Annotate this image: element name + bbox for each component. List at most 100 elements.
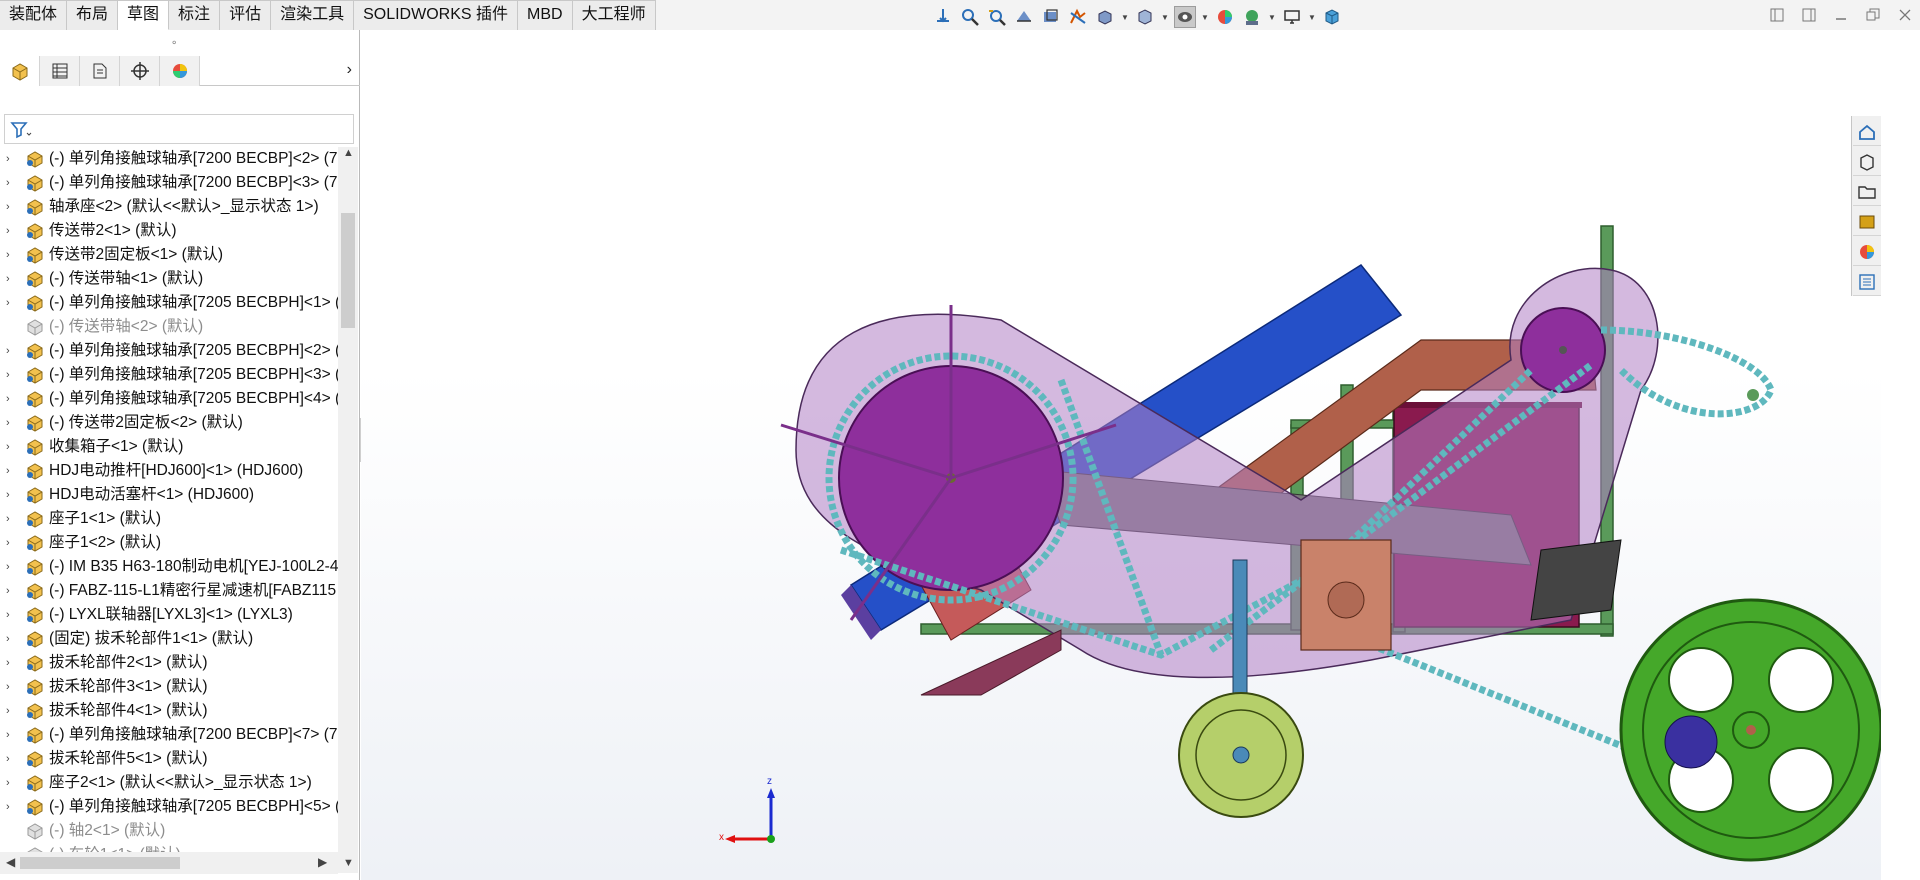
scroll-up-icon[interactable]: ▲ — [343, 147, 354, 159]
expand-arrow-icon[interactable]: › — [6, 267, 16, 291]
chevron-down-icon[interactable]: ▼ — [1161, 6, 1169, 28]
section-view-icon[interactable] — [1013, 6, 1035, 28]
graphics-area[interactable]: z x — [361, 30, 1881, 880]
scroll-left-icon[interactable]: ◀ — [6, 855, 15, 869]
property-manager-tab-icon[interactable] — [40, 55, 80, 86]
3d-view-icon[interactable] — [1321, 6, 1343, 28]
scroll-thumb[interactable] — [341, 213, 355, 328]
expand-arrow-icon[interactable]: › — [6, 627, 16, 651]
dimxpert-manager-tab-icon[interactable] — [120, 55, 160, 86]
custom-properties-icon[interactable] — [1853, 268, 1881, 296]
tree-item[interactable]: › (-) 传送带2固定板<2> (默认) — [0, 411, 338, 435]
tree-item[interactable]: › (-) 传送带轴<1> (默认) — [0, 267, 338, 291]
expand-arrow-icon[interactable]: › — [6, 723, 16, 747]
filter-icon[interactable] — [10, 120, 32, 140]
tree-item[interactable]: (-) 传送带轴<2> (默认) — [0, 315, 338, 339]
tile-left-icon[interactable] — [1768, 6, 1786, 24]
tree-item[interactable]: › (-) 单列角接触球轴承[7205 BECBPH]<5> ( — [0, 795, 338, 819]
tree-item[interactable]: › (-) 单列角接触球轴承[7200 BECBP]<3> (72 — [0, 171, 338, 195]
tree-item[interactable]: › (-) 单列角接触球轴承[7200 BECBP]<7> (72 — [0, 723, 338, 747]
expand-arrow-icon[interactable]: › — [6, 147, 16, 171]
expand-arrow-icon[interactable]: › — [6, 771, 16, 795]
feature-manager-tab-icon[interactable] — [0, 55, 40, 86]
file-explorer-icon[interactable] — [1853, 178, 1881, 206]
expand-arrow-icon[interactable]: › — [6, 459, 16, 483]
expand-arrow-icon[interactable]: › — [6, 195, 16, 219]
tree-item[interactable]: › (固定) 拔禾轮部件1<1> (默认) — [0, 627, 338, 651]
expand-arrow-icon[interactable]: › — [6, 555, 16, 579]
tree-item[interactable]: › 座子2<1> (默认<<默认>_显示状态 1>) — [0, 771, 338, 795]
zoom-area-icon[interactable] — [959, 6, 981, 28]
tree-item[interactable]: › 轴承座<2> (默认<<默认>_显示状态 1>) — [0, 195, 338, 219]
expand-arrow-icon[interactable]: › — [6, 651, 16, 675]
chevron-down-icon[interactable]: ▼ — [1268, 6, 1276, 28]
tree-item[interactable]: › 座子1<1> (默认) — [0, 507, 338, 531]
expand-arrow-icon[interactable]: › — [6, 411, 16, 435]
assembly-model[interactable] — [361, 30, 1881, 880]
expand-arrow-icon[interactable]: › — [6, 171, 16, 195]
tree-item[interactable]: › 座子1<2> (默认) — [0, 531, 338, 555]
tree-item[interactable]: › 拔禾轮部件5<1> (默认) — [0, 747, 338, 771]
tree-item[interactable]: › HDJ电动推杆[HDJ600]<1> (HDJ600) — [0, 459, 338, 483]
scroll-right-icon[interactable]: ▶ — [318, 855, 327, 869]
expand-arrow-icon[interactable]: › — [6, 507, 16, 531]
scroll-down-icon[interactable]: ▼ — [343, 857, 354, 869]
tree-item[interactable]: › HDJ电动活塞杆<1> (HDJ600) — [0, 483, 338, 507]
command-tab[interactable]: 布局 — [67, 0, 119, 30]
tree-vertical-scrollbar[interactable]: ▲ ▼ — [338, 147, 358, 873]
tree-horizontal-scrollbar[interactable]: ◀ ▶ — [0, 852, 338, 874]
tree-item[interactable]: › 传送带2<1> (默认) — [0, 219, 338, 243]
tree-item[interactable]: › 传送带2固定板<1> (默认) — [0, 243, 338, 267]
expand-arrow-icon[interactable]: › — [6, 675, 16, 699]
expand-arrow-icon[interactable]: › — [6, 219, 16, 243]
dynamic-annotation-icon[interactable] — [1040, 6, 1062, 28]
chevron-right-icon[interactable]: › — [347, 61, 352, 79]
command-tab[interactable]: 装配体 — [0, 0, 68, 30]
tree-item[interactable]: › (-) FABZ-115-L1精密行星减速机[FABZ115 — [0, 579, 338, 603]
expand-arrow-icon[interactable]: › — [6, 699, 16, 723]
expand-arrow-icon[interactable]: › — [6, 387, 16, 411]
tree-item[interactable]: › (-) LYXL联轴器[LYXL3]<1> (LYXL3) — [0, 603, 338, 627]
display-manager-tab-icon[interactable] — [160, 55, 200, 86]
command-tab[interactable]: 大工程师 — [572, 0, 656, 30]
expand-arrow-icon[interactable]: › — [6, 339, 16, 363]
tree-item[interactable]: › (-) 单列角接触球轴承[7205 BECBPH]<3> ( — [0, 363, 338, 387]
expand-arrow-icon[interactable]: › — [6, 483, 16, 507]
view-orientation-icon[interactable] — [1067, 6, 1089, 28]
home-icon[interactable] — [1853, 118, 1881, 146]
hide-show-items-icon[interactable] — [1134, 6, 1156, 28]
apply-scene-icon[interactable] — [1214, 6, 1236, 28]
tree-item[interactable]: › (-) 单列角接触球轴承[7205 BECBPH]<1> ( — [0, 291, 338, 315]
expand-arrow-icon[interactable]: › — [6, 579, 16, 603]
filter-input[interactable] — [4, 114, 354, 144]
expand-arrow-icon[interactable]: › — [6, 435, 16, 459]
tree-item[interactable]: › 拔禾轮部件2<1> (默认) — [0, 651, 338, 675]
command-tab[interactable]: 评估 — [220, 0, 272, 30]
tree-item[interactable]: › 拔禾轮部件3<1> (默认) — [0, 675, 338, 699]
appearances-icon[interactable] — [1853, 238, 1881, 266]
close-icon[interactable] — [1896, 6, 1914, 24]
command-tab[interactable]: 草图 — [118, 0, 170, 30]
expand-arrow-icon[interactable]: › — [6, 243, 16, 267]
configuration-manager-tab-icon[interactable] — [80, 55, 120, 86]
tree-item[interactable]: › (-) 单列角接触球轴承[7200 BECBP]<2> (72 — [0, 147, 338, 171]
chevron-down-icon[interactable]: ▼ — [1201, 6, 1209, 28]
expand-arrow-icon[interactable]: › — [6, 747, 16, 771]
chevron-down-icon[interactable]: ▼ — [1308, 6, 1316, 28]
tree-item[interactable]: › (-) IM B35 H63-180制动电机[YEJ-100L2-4 — [0, 555, 338, 579]
command-tab[interactable]: 标注 — [169, 0, 221, 30]
zoom-to-fit-icon[interactable] — [932, 6, 954, 28]
tree-item[interactable]: › (-) 单列角接触球轴承[7205 BECBPH]<4> ( — [0, 387, 338, 411]
edit-appearance-icon[interactable] — [1174, 6, 1196, 28]
expand-arrow-icon[interactable]: › — [6, 363, 16, 387]
expand-arrow-icon[interactable]: › — [6, 795, 16, 819]
restore-icon[interactable] — [1864, 6, 1882, 24]
monitor-icon[interactable] — [1281, 6, 1303, 28]
panel-grip-icon[interactable]: ⚬ — [170, 38, 178, 49]
view-settings-icon[interactable] — [1241, 6, 1263, 28]
command-tab[interactable]: 渲染工具 — [271, 0, 355, 30]
chevron-down-icon[interactable]: ▼ — [1121, 6, 1129, 28]
tree-item[interactable]: › (-) 单列角接触球轴承[7205 BECBPH]<2> ( — [0, 339, 338, 363]
expand-arrow-icon[interactable]: › — [6, 603, 16, 627]
minimize-icon[interactable] — [1832, 6, 1850, 24]
